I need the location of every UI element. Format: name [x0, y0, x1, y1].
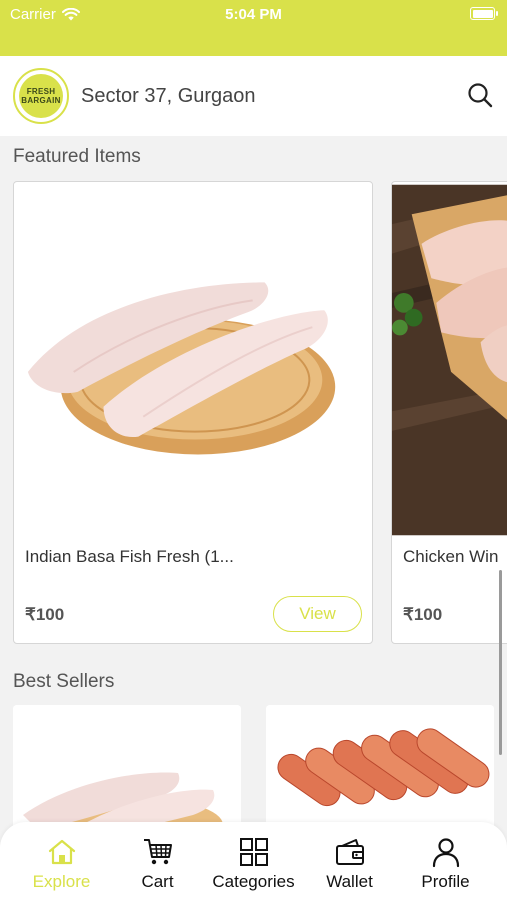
cart-icon	[143, 839, 172, 865]
tab-wallet[interactable]: Wallet	[299, 836, 400, 892]
status-time: 5:04 PM	[225, 6, 282, 23]
product-name: Chicken Win	[403, 547, 499, 566]
product-price: ₹100	[25, 605, 65, 624]
person-icon	[432, 838, 459, 868]
app-header: FRESH BARGAIN Sector 37, Gurgaon	[0, 56, 507, 136]
search-icon	[468, 83, 493, 108]
brand-logo[interactable]: FRESH BARGAIN	[13, 68, 69, 124]
logo-text-line2: BARGAIN	[21, 96, 61, 105]
tab-label: Wallet	[326, 872, 373, 891]
tab-cart[interactable]: Cart	[107, 836, 208, 892]
tab-categories[interactable]: Categories	[203, 836, 304, 892]
battery-icon	[470, 7, 498, 20]
status-bar: Carrier 5:04 PM	[0, 0, 507, 56]
bottom-tab-bar: Explore Cart Categories Wallet Profile	[0, 822, 507, 900]
view-button[interactable]: View	[273, 596, 362, 632]
grid-icon	[239, 838, 268, 866]
featured-item-card[interactable]: Indian Basa Fish Fresh (1... ₹100 View	[13, 181, 373, 644]
product-name: Indian Basa Fish Fresh (1...	[25, 547, 234, 566]
product-price: ₹100	[403, 605, 443, 624]
scrollbar[interactable]	[499, 570, 502, 755]
tab-label: Explore	[32, 872, 91, 891]
featured-item-card[interactable]: Chicken Win ₹100	[391, 181, 507, 644]
chicken-wings-image	[392, 184, 507, 536]
logo-text-line1: FRESH	[26, 87, 56, 96]
best-sellers-title: Best Sellers	[13, 671, 115, 692]
tab-label: Cart	[141, 872, 174, 891]
home-icon	[48, 839, 75, 865]
basa-fish-image	[14, 182, 372, 538]
featured-items-title: Featured Items	[13, 146, 141, 167]
tab-explore[interactable]: Explore	[11, 836, 112, 892]
wallet-icon	[335, 839, 364, 865]
location-label[interactable]: Sector 37, Gurgaon	[81, 85, 256, 108]
tab-label: Categories	[212, 872, 295, 891]
tab-profile[interactable]: Profile	[395, 836, 496, 892]
search-button[interactable]	[465, 80, 495, 110]
tab-label: Profile	[421, 872, 470, 891]
